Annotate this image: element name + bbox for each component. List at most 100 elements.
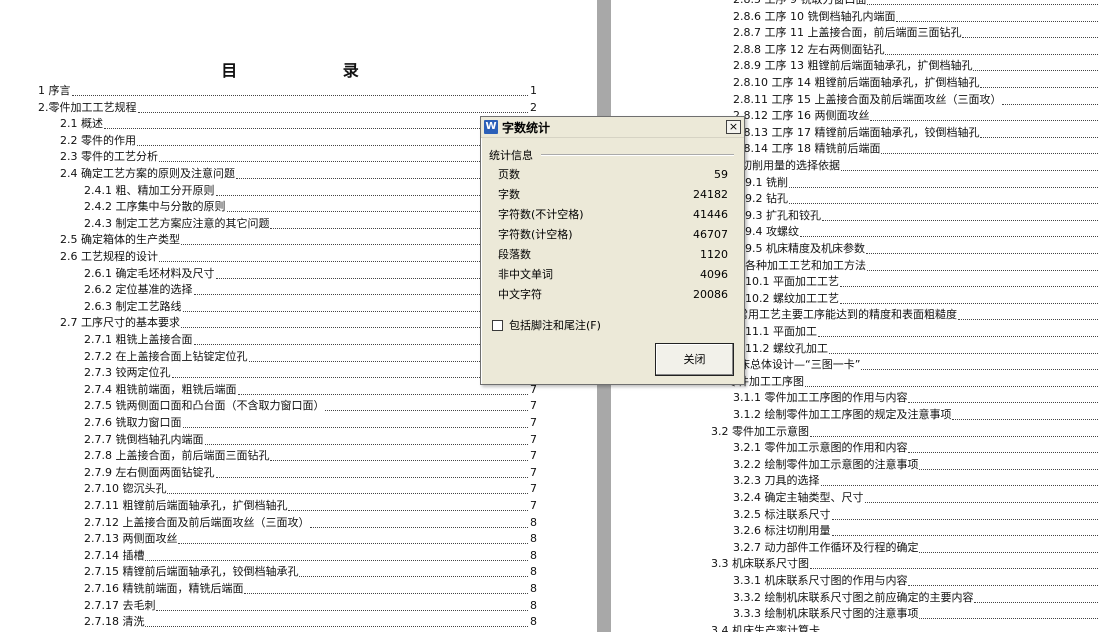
stat-value: 20086: [693, 288, 728, 301]
toc-entry-text: 2.7.13 两侧面攻丝: [84, 532, 178, 546]
toc-entry: 2.1 概述2: [60, 116, 537, 132]
toc-entry-text: 各种加工工艺和加工方法: [745, 258, 866, 272]
toc-entry: 2.2 零件的作用2: [60, 133, 537, 149]
toc-leader-dots: [178, 531, 528, 545]
toc-entry-text: 2.2 零件的作用: [60, 133, 136, 147]
stat-row: 中文字符 20086: [498, 286, 728, 304]
toc-entry-text: 3.3 机床联系尺寸图: [711, 557, 809, 571]
toc-leader-dots: [829, 341, 1098, 354]
include-footnotes-checkbox[interactable]: [492, 319, 503, 331]
toc-entry: 3.2.7 动力部件工作循环及行程的确定: [733, 540, 1099, 556]
word-count-dialog: W 字数统计 × 统计信息 页数 59 字数 24182 字符数(不计空格) 41446 字…: [480, 116, 745, 385]
toc-entry: 各种加工工艺和加工方法: [745, 258, 1099, 274]
toc-entry-text: 9.2 钻孔: [745, 192, 788, 206]
toc-entry: 3.3.1 机床联系尺寸图的作用与内容: [733, 573, 1099, 589]
toc-leader-dots: [821, 623, 1098, 632]
toc-entry: 2.8.7 工序 11 上盖接合面，前后端面三面钻孔: [733, 25, 1099, 41]
stat-row: 字符数(不计空格) 41446: [498, 206, 728, 224]
toc-entry-text: 2.7.8 上盖接合面，前后端面三面钻孔: [84, 449, 270, 463]
toc-page-number: 7: [530, 449, 537, 463]
toc-entry-text: 2.8.10 工序 14 粗镗前后端面轴承孔，扩倒档轴孔: [733, 76, 980, 89]
toc-entry: 2.7.15 精镗前后端面轴承孔，铰倒档轴承孔 8: [84, 564, 537, 580]
toc-entry-text: 2.7.16 精铣前端面，精铣后端面: [84, 582, 244, 595]
toc-entry: 3.2 零件加工示意图: [711, 424, 1099, 440]
toc-leader-dots: [820, 473, 1098, 487]
stat-row: 页数 59: [498, 166, 728, 184]
toc-entry-text: 3.2.4 确定主轴类型、尺寸: [733, 491, 864, 504]
toc-entry: 2.零件加工工艺规程 2: [38, 100, 537, 116]
stat-row: 字符数(计空格) 46707: [498, 226, 728, 244]
close-icon[interactable]: ×: [726, 120, 741, 134]
toc-page-number: 1: [530, 84, 537, 97]
toc-entry-text: 2.8.12 工序 16 两侧面攻丝: [733, 109, 870, 123]
toc-entry: 2.8.11 工序 15 上盖接合面及前后端面攻丝（三面攻）: [733, 92, 1099, 108]
toc-page-number: 7: [530, 432, 537, 446]
toc-entry: 2.7.4 粗铣前端面，粗铣后端面 7: [84, 382, 537, 398]
toc-entry: 9.4 攻螺纹: [745, 224, 1099, 240]
toc-entry-text: 3.1.1 零件加工工序图的作用与内容: [733, 391, 908, 405]
stat-row: 段落数 1120: [498, 246, 728, 264]
stat-value: 4096: [700, 268, 728, 281]
toc-entry: 2.5 确定箱体的生产类型4: [60, 232, 537, 248]
toc-leader-dots: [840, 274, 1098, 288]
toc-entry-text: 3.2.1 零件加工示意图的作用和内容: [733, 441, 908, 455]
toc-page-number: 8: [530, 565, 537, 579]
toc-entry: 9.2 钻孔: [745, 191, 1099, 207]
stat-value: 46707: [693, 228, 728, 241]
toc-leader-dots: [145, 614, 528, 628]
toc-entry: 11.1 平面加工: [745, 324, 1099, 340]
toc-leader-dots: [962, 25, 1098, 39]
toc-entry: 2.7.16 精铣前端面，精铣后端面 8: [84, 581, 537, 597]
toc-page-number: 7: [530, 482, 537, 496]
toc-entry: 2.6.1 确定毛坯材料及尺寸4: [84, 266, 537, 282]
toc-entry: 常用工艺主要工序能达到的精度和表面粗糙度: [737, 307, 1099, 323]
toc-entry: 2.6.2 定位基准的选择5: [84, 282, 537, 298]
toc-entry-text: 2.7.15 精镗前后端面轴承孔，铰倒档轴承孔: [84, 565, 299, 579]
toc-entry: 2.8.12 工序 16 两侧面攻丝: [733, 108, 1099, 124]
toc-entry: 2.8.10 工序 14 粗镗前后端面轴承孔，扩倒档轴孔: [733, 75, 1099, 91]
toc-entry: 2.7.8 上盖接合面，前后端面三面钻孔 7: [84, 448, 537, 464]
toc-leader-dots: [831, 507, 1098, 520]
toc-entry-text: 3.2.2 绘制零件加工示意图的注意事项: [733, 457, 919, 471]
include-footnotes-label[interactable]: 包括脚注和尾注(F): [509, 317, 601, 333]
toc-leader-dots: [182, 299, 528, 312]
toc-entry-text: 2.零件加工工艺规程: [38, 100, 137, 114]
toc-entry: 2.6.3 制定工艺路线5: [84, 299, 537, 315]
toc-entry: 2.8.13 工序 17 精镗前后端面轴承孔，铰倒档轴孔: [733, 125, 1099, 141]
toc-entry: 2.7.1 粗铣上盖接合面6: [84, 332, 537, 348]
toc-entry: 3.3.2 绘制机床联系尺寸图之前应确定的主要内容: [733, 590, 1099, 606]
toc-entry-text: 2.8.8 工序 12 左右两侧面钻孔: [733, 42, 885, 56]
toc-entry: 2.4.1 粗、精加工分开原则3: [84, 183, 537, 199]
toc-entry: 2.4.3 制定工艺方案应注意的其它问题4: [84, 216, 537, 232]
include-footnotes-row[interactable]: 包括脚注和尾注(F): [492, 317, 601, 333]
dialog-titlebar[interactable]: W 字数统计 ×: [481, 117, 744, 138]
toc-entry-text: 3.2.5 标注联系尺寸: [733, 507, 831, 521]
toc-entry: 2.7.13 两侧面攻丝 8: [84, 531, 537, 547]
toc-entry-text: 2.7.12 上盖接合面及前后端面攻丝（三面攻）: [84, 515, 310, 529]
toc-leader-dots: [181, 232, 528, 246]
toc-leader-dots: [864, 490, 1098, 503]
toc-entry-text: 2.4.3 制定工艺方案应注意的其它问题: [84, 216, 270, 230]
toc-entry: 2.7.7 铣倒档轴孔内端面 7: [84, 432, 537, 448]
toc-leader-dots: [980, 75, 1098, 88]
toc-entry-text: 2.7 工序尺寸的基本要求: [60, 316, 180, 330]
toc-entry-text: 10.1 平面加工工艺: [745, 275, 839, 289]
group-label: 统计信息: [489, 147, 537, 163]
toc-page-number: 7: [530, 499, 537, 512]
stat-row: 字数 24182: [498, 186, 728, 204]
toc-leader-dots: [908, 573, 1098, 586]
toc-entry: 2.7 工序尺寸的基本要求6: [60, 315, 537, 331]
toc-title: 目 录: [221, 61, 409, 80]
toc-entry-text: 3.2.7 动力部件工作循环及行程的确定: [733, 540, 919, 554]
toc-leader-dots: [789, 191, 1098, 205]
toc-entry: 10.2 螺纹加工工艺: [745, 291, 1099, 307]
toc-entry-text: 2.8.11 工序 15 上盖接合面及前后端面攻丝（三面攻）: [733, 92, 1002, 106]
toc-entry-text: 2.8.9 工序 13 粗镗前后端面轴承孔，扩倒档轴孔: [733, 59, 973, 73]
toc-entry: 10.1 平面加工工艺: [745, 274, 1099, 290]
toc-entry-text: 2.8.14 工序 18 精铣前后端面: [733, 142, 881, 156]
toc-entry-text: 2.4.2 工序集中与分散的原则: [84, 200, 226, 214]
close-button[interactable]: 关闭: [655, 343, 734, 376]
toc-entry-text: 2.7.17 去毛刺: [84, 598, 156, 612]
toc-entry: 3.3.3 绘制机床联系尺寸图的注意事项: [733, 606, 1099, 622]
stat-label: 页数: [498, 168, 520, 181]
